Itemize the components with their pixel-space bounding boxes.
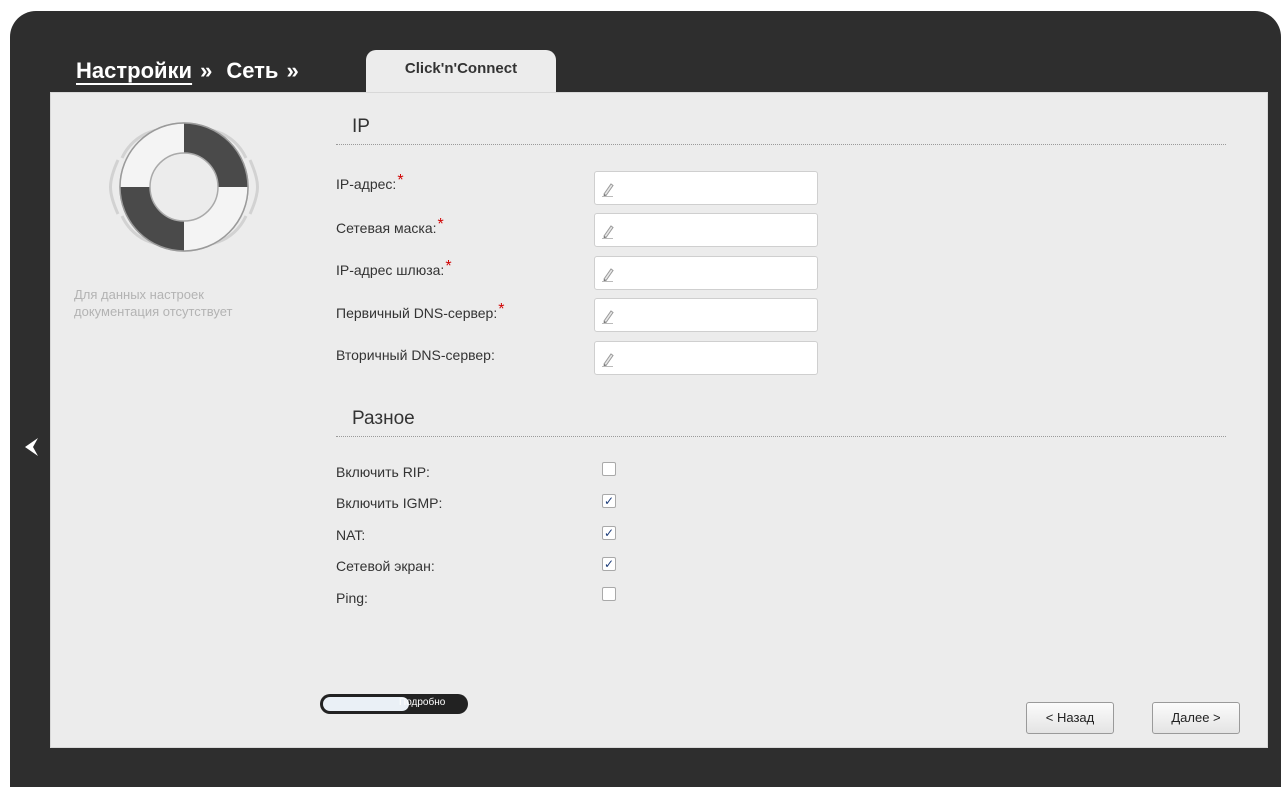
required-marker: *	[437, 216, 444, 233]
breadcrumb-separator: »	[200, 58, 213, 83]
section-title-ip: IP	[352, 116, 370, 137]
pencil-icon	[602, 225, 614, 239]
primary-dns-label: Первичный DNS-сервер:*	[336, 301, 504, 323]
nat-label: NAT:	[336, 527, 366, 543]
arrow-left-icon[interactable]	[22, 437, 42, 457]
ip-address-label-text: IP-адрес:	[336, 176, 397, 192]
igmp-label: Включить IGMP:	[336, 495, 443, 511]
netmask-field[interactable]	[594, 213, 818, 247]
tab-clickn-connect[interactable]: Click'n'Connect	[366, 50, 556, 92]
primary-dns-field[interactable]	[594, 298, 818, 332]
section-divider	[336, 144, 1226, 145]
igmp-checkbox[interactable]: ✓	[602, 494, 616, 508]
ip-address-label: IP-адрес:*	[336, 172, 404, 194]
help-text: Для данных настроек документация отсутст…	[74, 287, 233, 319]
netmask-input[interactable]	[621, 218, 811, 242]
lifebuoy-icon	[109, 122, 259, 252]
netmask-label: Сетевая маска:*	[336, 216, 444, 238]
primary-dns-input[interactable]	[621, 303, 811, 327]
required-marker: *	[498, 301, 505, 318]
required-marker: *	[445, 258, 452, 275]
back-button[interactable]: < Назад	[1026, 702, 1114, 734]
netmask-label-text: Сетевая маска:	[336, 220, 437, 236]
ping-label: Ping:	[336, 590, 368, 606]
pencil-icon	[602, 310, 614, 324]
breadcrumb-network[interactable]: Сеть	[226, 58, 278, 84]
section-title-misc: Разное	[352, 408, 415, 429]
toggle-knob[interactable]	[323, 697, 409, 711]
next-button[interactable]: Далее >	[1152, 702, 1240, 734]
pencil-icon	[602, 353, 614, 367]
breadcrumb-settings-link[interactable]: Настройки	[76, 58, 192, 84]
secondary-dns-label-text: Вторичный DNS-сервер:	[336, 347, 495, 363]
pencil-icon	[602, 268, 614, 282]
ip-address-field[interactable]	[594, 171, 818, 205]
breadcrumb-separator: »	[286, 58, 299, 83]
details-toggle-label: Подробно	[399, 697, 446, 708]
nat-checkbox[interactable]: ✓	[602, 526, 616, 540]
firewall-label: Сетевой экран:	[336, 558, 435, 574]
required-marker: *	[397, 172, 404, 189]
details-toggle[interactable]: Подробно	[320, 694, 468, 714]
gateway-field[interactable]	[594, 256, 818, 290]
gateway-label: IP-адрес шлюза:*	[336, 258, 452, 280]
secondary-dns-field[interactable]	[594, 341, 818, 375]
ip-address-input[interactable]	[621, 176, 811, 200]
rip-label: Включить RIP:	[336, 464, 430, 480]
firewall-checkbox[interactable]: ✓	[602, 557, 616, 571]
gateway-input[interactable]	[621, 261, 811, 285]
rip-checkbox[interactable]	[602, 462, 616, 476]
primary-dns-label-text: Первичный DNS-сервер:	[336, 305, 498, 321]
gateway-label-text: IP-адрес шлюза:	[336, 262, 445, 278]
pencil-icon	[602, 183, 614, 197]
secondary-dns-label: Вторичный DNS-сервер:	[336, 347, 496, 365]
section-divider	[336, 436, 1226, 437]
breadcrumb: Настройки » Сеть »	[76, 58, 313, 84]
secondary-dns-input[interactable]	[621, 346, 811, 370]
ping-checkbox[interactable]	[602, 587, 616, 601]
